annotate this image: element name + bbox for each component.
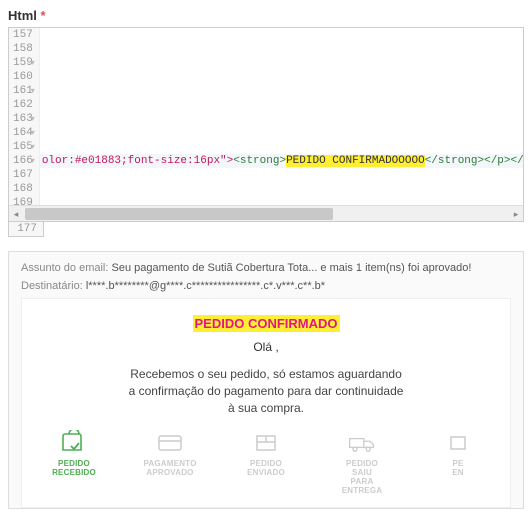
step-label: PEDIDORECEBIDO <box>52 460 96 478</box>
code-line[interactable] <box>40 42 523 56</box>
line-number: 158 <box>13 42 33 56</box>
line-number: 162 <box>13 98 33 112</box>
step-pedido-saiu: PEDIDOSAIUPARAENTREGA <box>325 430 399 495</box>
scroll-right-arrow-icon[interactable]: ▸ <box>509 206 523 222</box>
line-number: 163 <box>13 112 33 126</box>
step-pedido-enviado: PEDIDOENVIADO <box>229 430 303 495</box>
step-pedido-entregue: PEEN <box>421 430 495 495</box>
code-line[interactable] <box>40 168 523 182</box>
code-line[interactable] <box>40 112 523 126</box>
line-number: 157 <box>13 28 33 42</box>
code-line[interactable] <box>40 126 523 140</box>
code-line[interactable] <box>40 28 523 42</box>
code-line[interactable]: olor:#e01883;font-size:16px"><strong>PED… <box>40 154 523 168</box>
field-label: Html * <box>8 8 524 23</box>
subject-label: Assunto do email: <box>21 262 108 274</box>
scrollbar-thumb[interactable] <box>25 208 333 220</box>
order-number-label: Nº do Pedido: <box>32 506 500 508</box>
recipient-value: l****.b********@g****.c****************.… <box>86 280 325 292</box>
code-line[interactable] <box>40 196 523 205</box>
step-pedido-recebido: PEDIDORECEBIDO <box>37 430 111 495</box>
line-number: 165 <box>13 140 33 154</box>
pedido-entregue-icon <box>443 430 473 456</box>
email-preview-card: Assunto do email: Seu pagamento de Sutiã… <box>8 251 524 509</box>
line-number: 159 <box>13 56 33 70</box>
recipient-label: Destinatário: <box>21 280 83 292</box>
line-number: 167 <box>13 168 33 182</box>
code-line[interactable] <box>40 84 523 98</box>
step-label: PEDIDOSAIUPARAENTREGA <box>342 460 383 495</box>
subject-row: Assunto do email: Seu pagamento de Sutiã… <box>21 262 511 274</box>
line-number: 168 <box>13 182 33 196</box>
step-label: PEEN <box>452 460 464 478</box>
body-text: Recebemos o seu pedido, só estamos aguar… <box>126 366 406 416</box>
required-star: * <box>41 8 46 23</box>
html-code-editor[interactable]: 1571581591601611621631641651661671681691… <box>8 27 524 222</box>
recipient-row: Destinatário: l****.b********@g****.c***… <box>21 280 511 292</box>
greeting-text: Olá , <box>32 340 500 354</box>
code-line[interactable] <box>40 56 523 70</box>
code-line[interactable] <box>40 182 523 196</box>
confirmation-title: PEDIDO CONFIRMADO <box>193 315 340 332</box>
subject-value: Seu pagamento de Sutiã Cobertura Tota...… <box>112 262 472 274</box>
order-status-steps: PEDIDORECEBIDO PAGAMENTOAPROVADO PEDIDOENV… <box>32 430 500 495</box>
field-label-text: Html <box>8 8 37 23</box>
line-number: 169 <box>13 196 33 205</box>
line-number: 166 <box>13 154 33 168</box>
step-label: PEDIDOENVIADO <box>247 460 285 478</box>
line-number: 164 <box>13 126 33 140</box>
editor-horizontal-scrollbar[interactable]: ◂ ▸ <box>9 205 523 221</box>
code-line[interactable] <box>40 98 523 112</box>
email-body: PEDIDO CONFIRMADO Olá , Recebemos o seu … <box>21 298 511 508</box>
editor-line-gutter: 1571581591601611621631641651661671681691… <box>9 28 40 205</box>
line-number: 161 <box>13 84 33 98</box>
step-pagamento-aprovado: PAGAMENTOAPROVADO <box>133 430 207 495</box>
pagamento-aprovado-icon <box>155 430 185 456</box>
step-label: PAGAMENTOAPROVADO <box>143 460 196 478</box>
pedido-enviado-icon <box>251 430 281 456</box>
pedido-saiu-icon <box>347 430 377 456</box>
editor-code-area[interactable]: olor:#e01883;font-size:16px"><strong>PED… <box>40 28 523 205</box>
pedido-recebido-icon <box>59 430 89 456</box>
code-line[interactable] <box>40 70 523 84</box>
editor-extra-line-number: 177 <box>8 222 44 237</box>
code-line[interactable] <box>40 140 523 154</box>
line-number: 160 <box>13 70 33 84</box>
highlighted-code-text: PEDIDO CONFIRMADOOOOO <box>286 155 425 167</box>
scroll-left-arrow-icon[interactable]: ◂ <box>9 206 23 222</box>
